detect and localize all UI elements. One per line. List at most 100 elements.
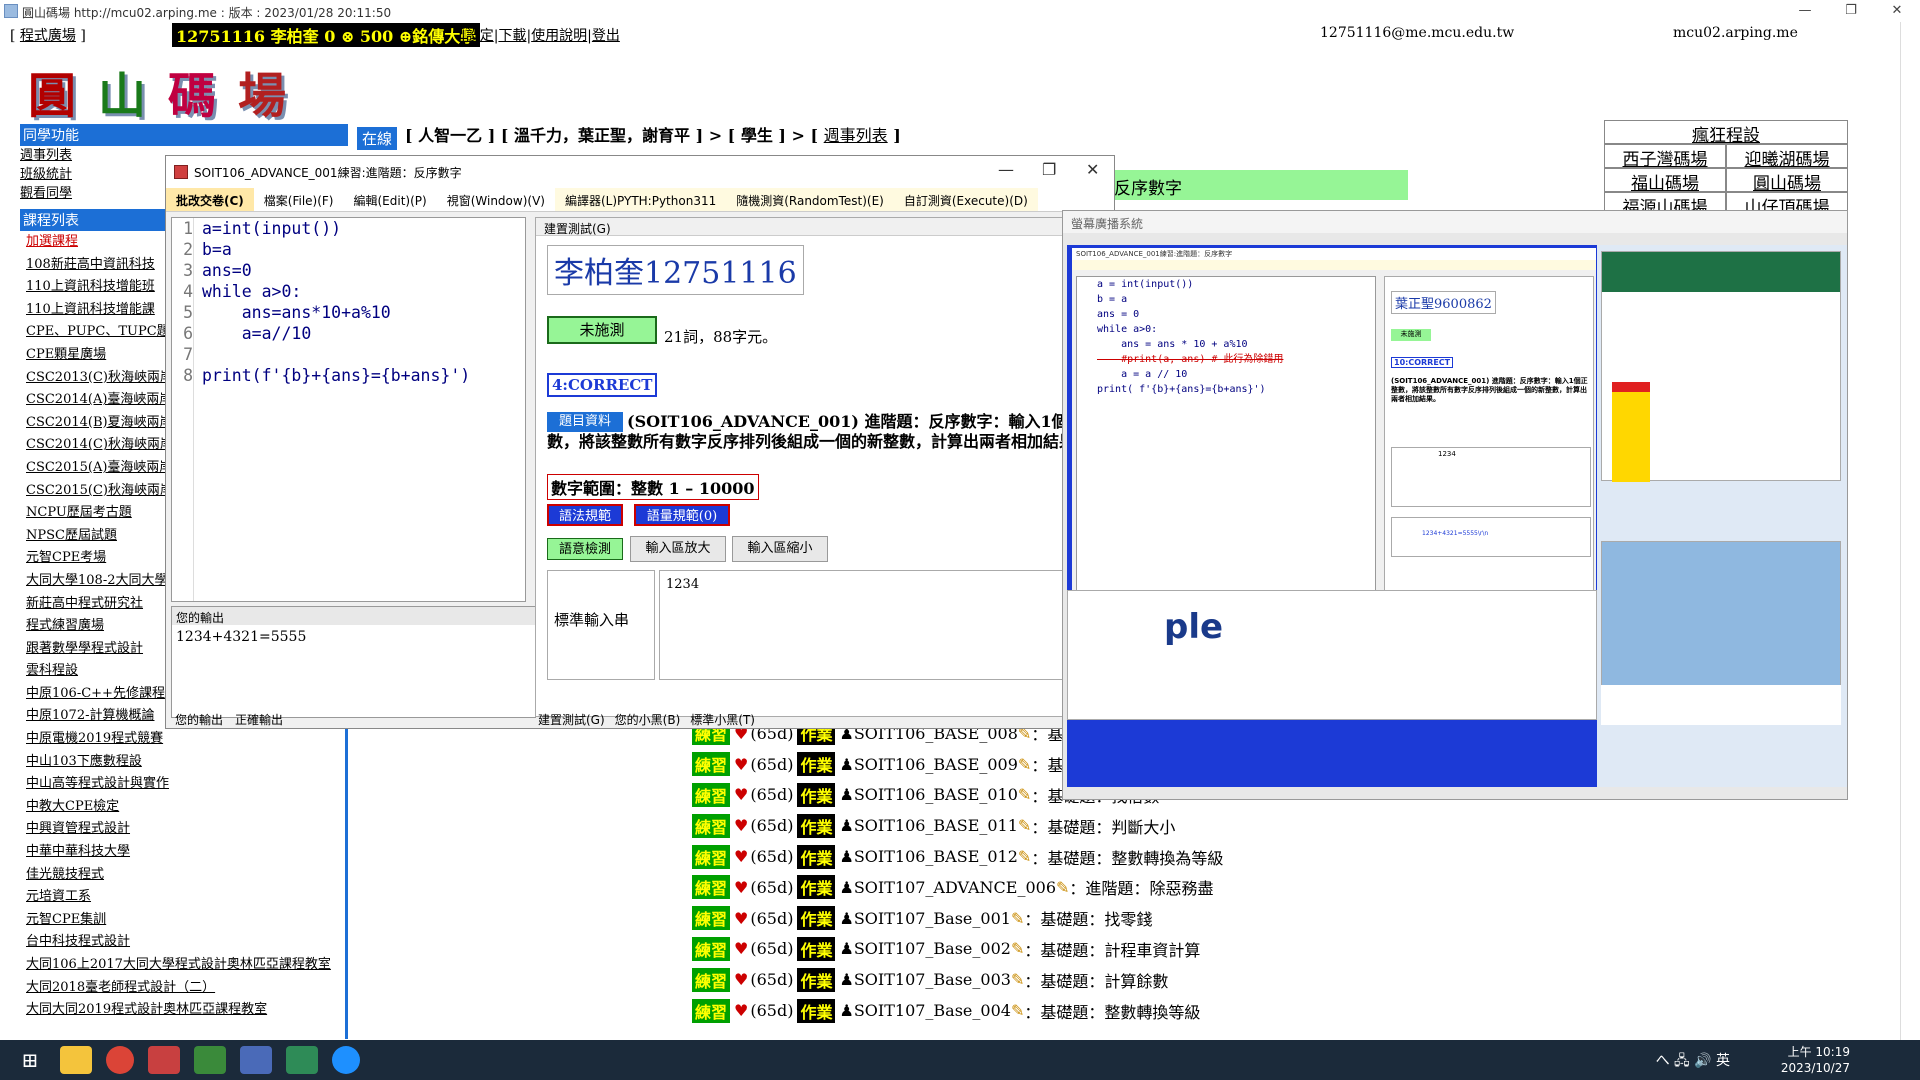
shrink-input-button[interactable]: 輸入區縮小 bbox=[732, 536, 828, 562]
course-link[interactable]: 中教大CPE檢定 bbox=[26, 796, 345, 819]
assignment-id[interactable]: SOIT107_Base_003 bbox=[854, 970, 1011, 989]
assignment-row[interactable]: 練習 ♥ (65d) 作業 ♟ SOIT107_ADVANCE_006 ✎ ：進階題 ：除惡務盡 bbox=[692, 872, 1213, 903]
assignment-id[interactable]: SOIT106_BASE_009 bbox=[854, 755, 1018, 774]
question-data-button[interactable]: 題目資料 bbox=[547, 412, 623, 432]
minimize-button[interactable]: — bbox=[1782, 0, 1828, 22]
homework-tag[interactable]: 作業 bbox=[797, 967, 836, 992]
app-icon[interactable] bbox=[194, 1046, 226, 1074]
course-link[interactable]: 大同大同2019程式設計奧林匹亞課程教室 bbox=[26, 999, 345, 1022]
homework-tag[interactable]: 作業 bbox=[797, 998, 836, 1023]
course-link[interactable]: 佳光競技程式 bbox=[26, 864, 345, 887]
assignment-id[interactable]: SOIT106_BASE_010 bbox=[854, 785, 1018, 804]
practice-tag[interactable]: 練習 bbox=[692, 936, 731, 961]
code-line[interactable]: ans=ans*10+a%10 bbox=[202, 302, 470, 323]
assignment-id[interactable]: SOIT106_BASE_011 bbox=[854, 816, 1018, 835]
assignment-row[interactable]: 練習 ♥ (65d) 作業 ♟ SOIT106_BASE_012 ✎ ：基礎題 ：整數轉換為等級 bbox=[692, 841, 1223, 872]
logout-link[interactable]: 登出 bbox=[592, 28, 620, 44]
course-link[interactable]: 程式廣場 bbox=[20, 28, 76, 44]
course-link[interactable]: 中山103下應數程設 bbox=[26, 751, 345, 774]
code-line[interactable]: while a>0: bbox=[202, 281, 470, 302]
edge-icon[interactable] bbox=[332, 1046, 360, 1074]
breadcrumb-events-link[interactable]: 週事列表 bbox=[824, 126, 888, 145]
course-link[interactable]: 元培資工系 bbox=[26, 886, 345, 909]
course-link[interactable]: 大同2018臺老師程式設計（二） bbox=[26, 977, 345, 1000]
tab-your-blackbox[interactable]: 您的小黑(B) bbox=[615, 711, 681, 729]
course-link[interactable]: 中山高等程式設計與實作 bbox=[26, 773, 345, 796]
site-link[interactable]: 福山碼場 bbox=[1604, 168, 1726, 194]
assignment-row[interactable]: 練習 ♥ (65d) 作業 ♟ SOIT107_Base_002 ✎ ：基礎題 ：計程車資計算 bbox=[692, 934, 1200, 965]
menu-custom-test[interactable]: 自訂測資(Execute)(D) bbox=[893, 188, 1038, 211]
practice-tag[interactable]: 練習 bbox=[692, 844, 731, 869]
course-link[interactable]: 元智CPE集訓 bbox=[26, 909, 345, 932]
course-link[interactable]: 大同106上2017大同大學程式設計奧林匹亞課程教室 bbox=[26, 954, 345, 977]
practice-tag[interactable]: 練習 bbox=[692, 782, 731, 807]
practice-tag[interactable]: 練習 bbox=[692, 875, 731, 900]
homework-tag[interactable]: 作業 bbox=[797, 813, 836, 838]
file-explorer-icon[interactable] bbox=[60, 1046, 92, 1074]
code-line[interactable]: a=a//10 bbox=[202, 323, 470, 344]
semantic-check-button[interactable]: 語意檢測 bbox=[547, 538, 623, 560]
quantity-rules-button[interactable]: 語量規範(0) bbox=[634, 504, 730, 526]
assignment-id[interactable]: SOIT107_Base_004 bbox=[854, 1001, 1011, 1020]
homework-tag[interactable]: 作業 bbox=[797, 752, 836, 777]
assignment-id[interactable]: SOIT106_BASE_012 bbox=[854, 847, 1018, 866]
menu-edit[interactable]: 編輯(Edit)(P) bbox=[344, 188, 437, 211]
code-editor[interactable]: 1 2 3 4 5 6 7 8 a=int(input()) b=a ans=0 while a>0… bbox=[171, 217, 526, 602]
practice-tag[interactable]: 練習 bbox=[692, 967, 731, 992]
exercise-minimize-button[interactable]: — bbox=[998, 160, 1014, 179]
menu-window[interactable]: 視窗(Window)(V) bbox=[437, 188, 555, 211]
practice-tag[interactable]: 練習 bbox=[692, 998, 731, 1023]
course-link[interactable]: 中華中華科技大學 bbox=[26, 841, 345, 864]
broadcast-app-icon[interactable] bbox=[240, 1046, 272, 1074]
practice-tag[interactable]: 練習 bbox=[692, 752, 731, 777]
homework-tag[interactable]: 作業 bbox=[797, 906, 836, 931]
homework-tag[interactable]: 作業 bbox=[797, 936, 836, 961]
homework-tag[interactable]: 作業 bbox=[797, 844, 836, 869]
system-tray[interactable]: へ 🖧 🔊 英 bbox=[1656, 1050, 1730, 1074]
tab-build-test[interactable]: 建置測試(G) bbox=[538, 711, 605, 729]
download-link[interactable]: 下載 bbox=[498, 28, 526, 44]
assignment-row[interactable]: 練習 ♥ (65d) 作業 ♟ SOIT107_Base_004 ✎ ：基礎題 ：整數轉換等級 bbox=[692, 995, 1200, 1026]
start-icon[interactable]: ⊞ bbox=[14, 1046, 46, 1074]
code-line[interactable] bbox=[202, 344, 470, 365]
stdin-input[interactable]: 1234 bbox=[659, 570, 1114, 680]
assignment-row[interactable]: 練習 ♥ (65d) 作業 ♟ SOIT107_Base_003 ✎ ：基礎題 ：計算餘數 bbox=[692, 964, 1192, 995]
course-link[interactable]: 中興資管程式設計 bbox=[26, 818, 345, 841]
menu-file[interactable]: 檔案(File)(F) bbox=[254, 188, 344, 211]
close-button[interactable]: ✕ bbox=[1874, 0, 1920, 22]
enlarge-input-button[interactable]: 輸入區放大 bbox=[630, 536, 726, 562]
notepad-icon[interactable] bbox=[286, 1046, 318, 1074]
exercise-close-button[interactable]: ✕ bbox=[1086, 160, 1099, 179]
site-link[interactable]: 圓山碼場 bbox=[1726, 168, 1848, 194]
course-link[interactable]: 中原電機2019程式競賽 bbox=[26, 728, 345, 751]
settings-link[interactable]: 設定 bbox=[466, 28, 494, 44]
tab-standard-blackbox[interactable]: 標準小黑(T) bbox=[690, 711, 755, 729]
site-link[interactable]: 西子灣碼場 bbox=[1604, 144, 1726, 170]
exercise-maximize-button[interactable]: ❐ bbox=[1042, 160, 1056, 179]
site-link-crazy[interactable]: 瘋狂程設 bbox=[1604, 120, 1848, 146]
homework-tag[interactable]: 作業 bbox=[797, 782, 836, 807]
tab-your-output[interactable]: 您的輸出 bbox=[175, 711, 223, 729]
course-link[interactable]: 台中科技程式設計 bbox=[26, 931, 345, 954]
assignment-id[interactable]: SOIT107_Base_002 bbox=[854, 939, 1011, 958]
code-source[interactable]: a=int(input()) b=a ans=0 while a>0: ans=ans… bbox=[202, 218, 470, 386]
code-line[interactable]: a=int(input()) bbox=[202, 218, 470, 239]
tab-correct-output[interactable]: 正確輸出 bbox=[235, 711, 283, 729]
code-line[interactable]: b=a bbox=[202, 239, 470, 260]
practice-tag[interactable]: 練習 bbox=[692, 813, 731, 838]
help-link[interactable]: 使用說明 bbox=[531, 28, 587, 44]
exercise-app-icon[interactable] bbox=[148, 1046, 180, 1074]
assignment-id[interactable]: SOIT107_ADVANCE_006 bbox=[854, 878, 1056, 897]
syntax-rules-button[interactable]: 語法規範 bbox=[547, 504, 623, 526]
site-link[interactable]: 迎曦湖碼場 bbox=[1726, 144, 1848, 170]
maximize-button[interactable]: ❐ bbox=[1828, 0, 1874, 22]
homework-tag[interactable]: 作業 bbox=[797, 875, 836, 900]
menu-submit[interactable]: 批改交卷(C) bbox=[166, 188, 254, 211]
code-line[interactable]: ans=0 bbox=[202, 260, 470, 281]
taskbar-clock[interactable]: 上午 10:19 2023/10/27 bbox=[1781, 1044, 1850, 1076]
assignment-id[interactable]: SOIT107_Base_001 bbox=[854, 909, 1011, 928]
menu-random-test[interactable]: 隨機測資(RandomTest)(E) bbox=[726, 188, 894, 211]
page-scrollbar[interactable] bbox=[1900, 22, 1920, 1042]
code-line[interactable]: print(f'{b}+{ans}={b+ans}') bbox=[202, 365, 470, 386]
untested-button[interactable]: 未施測 bbox=[547, 316, 657, 344]
